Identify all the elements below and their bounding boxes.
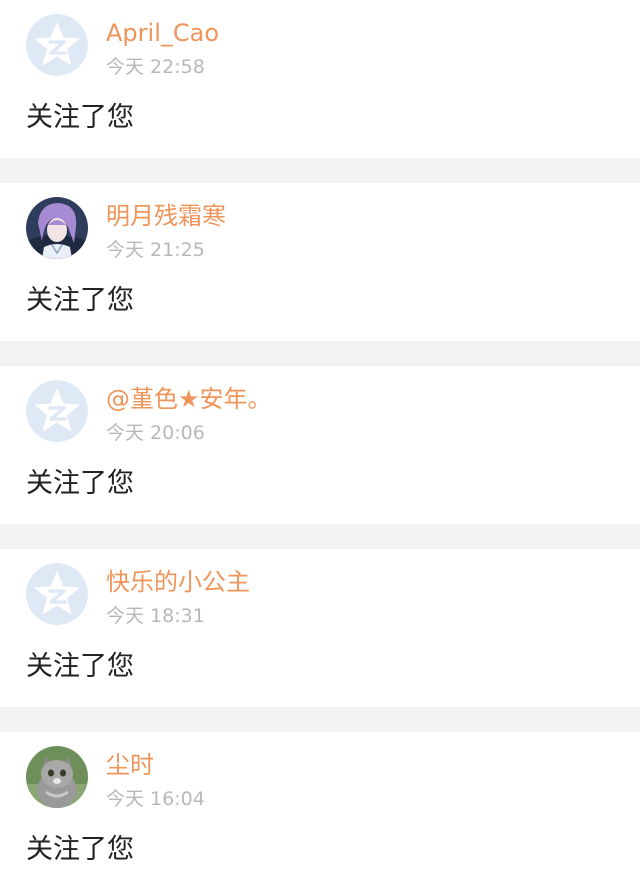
timestamp: 今天 16:04 [106,788,205,810]
default-avatar-icon[interactable] [26,380,88,442]
anime-character-avatar[interactable] [26,197,88,259]
notification-message: 关注了您 [26,651,134,682]
timestamp: 今天 22:58 [106,56,205,78]
username[interactable]: 快乐的小公主 [106,566,250,598]
notification-message: 关注了您 [26,468,134,499]
default-avatar-icon[interactable] [26,14,88,76]
username[interactable]: April_Cao [106,17,219,49]
notification-message: 关注了您 [26,102,134,133]
username[interactable]: 明月残霜寒 [106,200,226,232]
username[interactable]: @堇色★安年。 [106,383,272,415]
separator [0,158,640,183]
notification-item[interactable]: @堇色★安年。 今天 20:06 关注了您 [0,366,640,524]
notification-item[interactable]: 明月残霜寒 今天 21:25 关注了您 [0,183,640,341]
notification-item[interactable]: 尘时 今天 16:04 关注了您 [0,732,640,895]
cat-photo-avatar[interactable] [26,746,88,808]
timestamp: 今天 21:25 [106,239,205,261]
notification-message: 关注了您 [26,285,134,316]
timestamp: 今天 18:31 [106,605,205,627]
notification-feed: April_Cao 今天 22:58 关注了您 明月残霜寒 今天 21:25 关… [0,0,640,895]
notification-message: 关注了您 [26,834,134,865]
notification-item[interactable]: 快乐的小公主 今天 18:31 关注了您 [0,549,640,707]
notification-item[interactable]: April_Cao 今天 22:58 关注了您 [0,0,640,158]
separator [0,707,640,732]
separator [0,341,640,366]
timestamp: 今天 20:06 [106,422,205,444]
username[interactable]: 尘时 [106,749,154,781]
separator [0,524,640,549]
default-avatar-icon[interactable] [26,563,88,625]
